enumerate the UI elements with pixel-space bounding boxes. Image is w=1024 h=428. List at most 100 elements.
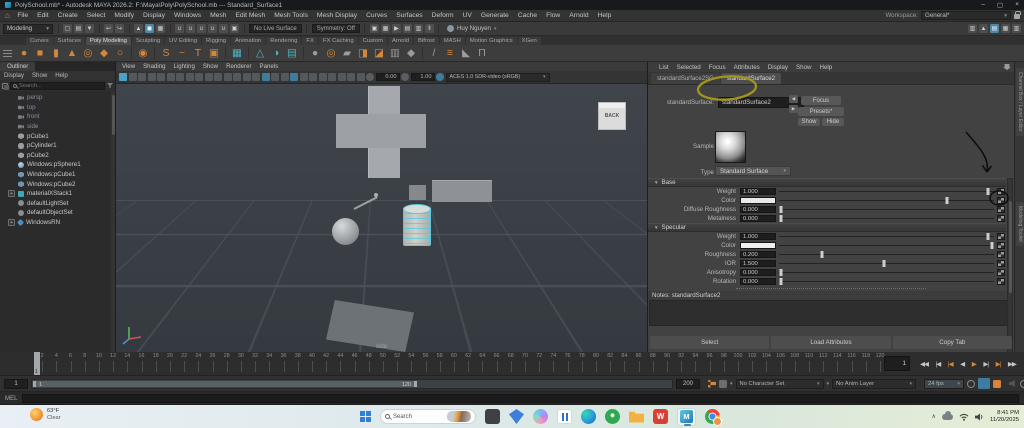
playback-button[interactable]: |◀ — [948, 360, 953, 368]
shelf-tab[interactable]: FX — [302, 37, 318, 45]
taskbar-app-ai[interactable] — [557, 409, 572, 424]
menu-item[interactable]: Modify — [110, 12, 139, 19]
separate-icon[interactable]: ◨ — [356, 46, 370, 60]
new-scene-icon[interactable]: ▢ — [63, 24, 72, 33]
material-sample-swatch[interactable] — [715, 131, 746, 163]
menu-item[interactable]: Create — [53, 12, 82, 19]
bookmarks-icon[interactable] — [148, 73, 156, 81]
expand-toggle[interactable]: + — [8, 219, 15, 226]
shelf-tab[interactable]: MASH — [440, 37, 465, 45]
attribute-editor-footer-button[interactable]: Load Attributes — [771, 336, 890, 349]
playback-button[interactable]: ▶| — [996, 360, 1001, 368]
type-tool-icon[interactable]: T — [191, 46, 205, 60]
attribute-editor-menu-item[interactable]: List — [655, 64, 673, 71]
taskbar-app-edge[interactable] — [581, 409, 596, 424]
taskbar-app-copilot[interactable] — [533, 409, 548, 424]
exposure-icon[interactable] — [366, 73, 374, 81]
taskbar-search-input[interactable]: Search — [380, 409, 476, 424]
attribute-value-field[interactable]: 1.000 — [740, 188, 776, 195]
viewport-menu-item[interactable]: Renderer — [222, 63, 255, 70]
expand-toggle[interactable] — [8, 123, 15, 130]
menuset-select[interactable]: Modeling — [3, 24, 53, 34]
expand-toggle[interactable] — [8, 133, 15, 140]
playback-range-bar[interactable]: 1 120 — [31, 379, 673, 389]
poly-count-icon[interactable]: ▦ — [230, 46, 244, 60]
playback-button[interactable]: |◀ — [936, 360, 941, 368]
menu-item[interactable]: Deform — [427, 12, 458, 19]
map-texture-button[interactable] — [997, 251, 1005, 258]
curve-tool-icon[interactable]: ~ — [175, 46, 189, 60]
outliner-item[interactable]: pCylinder1 — [0, 141, 115, 151]
menu-item[interactable]: Surfaces — [392, 12, 427, 19]
view-cube[interactable]: BACK — [598, 102, 626, 130]
maximize-button[interactable]: ▢ — [997, 1, 1003, 9]
shelf-tab[interactable]: Bifrost — [414, 37, 439, 45]
lock-camera-icon[interactable] — [129, 73, 137, 81]
color-swatch[interactable] — [740, 197, 776, 204]
outliner-item[interactable]: + WindowsRN — [0, 218, 115, 228]
timeline-ticks[interactable]: 2468101214161820222426283032343638404244… — [34, 352, 880, 375]
attribute-value-field[interactable]: 1.500 — [740, 260, 776, 267]
shelf-tab[interactable]: Sculpting — [132, 37, 164, 45]
menu-item[interactable]: Edit — [33, 12, 54, 19]
symmetry-field[interactable]: Symmetry: Off — [312, 24, 360, 33]
frame-all-icon[interactable] — [233, 73, 241, 81]
playback-button[interactable]: ▶▶ — [1008, 360, 1016, 368]
menu-item[interactable]: Curves — [362, 12, 392, 19]
expand-toggle[interactable] — [8, 142, 15, 149]
gamma-icon[interactable] — [401, 73, 409, 81]
playback-button[interactable]: ▶ — [972, 360, 976, 368]
notes-input[interactable] — [649, 300, 1013, 326]
taskbar-clock[interactable]: 8:41 PM 11/20/2025 — [990, 410, 1019, 424]
combine-icon[interactable]: ▰ — [340, 46, 354, 60]
attribute-value-field[interactable]: 0.000 — [740, 206, 776, 213]
attribute-editor-menu-item[interactable]: Display — [764, 64, 792, 71]
layout-four-panes-icon[interactable] — [205, 73, 213, 81]
outliner-item[interactable]: + materialXStack1 — [0, 189, 115, 199]
poly-cylinder-icon[interactable]: ▮ — [49, 46, 63, 60]
map-texture-button[interactable] — [997, 260, 1005, 267]
frame-selected-icon[interactable] — [224, 73, 232, 81]
dag-objects-icon[interactable] — [2, 83, 8, 89]
sidebar-channel-box-icon[interactable]: ▥ — [1012, 24, 1021, 33]
outliner-item[interactable]: pCube2 — [0, 151, 115, 161]
expand-toggle[interactable] — [8, 181, 15, 188]
mirror-icon[interactable]: ◪ — [372, 46, 386, 60]
playback-range-inner[interactable]: 1 120 — [33, 381, 417, 387]
shelf-tab[interactable]: FX Caching — [319, 37, 358, 45]
render-settings-icon[interactable]: ▤ — [403, 24, 412, 33]
outliner-search-input[interactable]: Search... — [10, 82, 105, 90]
playback-button[interactable]: ▶| — [983, 360, 988, 368]
outliner-menu-item[interactable]: Display — [0, 72, 28, 79]
material-type-select[interactable]: Standard Surface — [715, 166, 791, 176]
current-frame-marker[interactable]: 1 — [34, 352, 40, 375]
attribute-editor-menu-item[interactable]: Selected — [673, 64, 705, 71]
scene-sphere[interactable] — [332, 218, 359, 245]
outliner-item[interactable]: Windows:pSphere1 — [0, 160, 115, 170]
redo-icon[interactable]: ↪ — [115, 24, 124, 33]
menu-item[interactable]: Mesh Display — [312, 12, 361, 19]
color-swatch[interactable] — [740, 242, 776, 249]
outliner-item[interactable]: defaultObjectSet — [0, 208, 115, 218]
auto-key-icon[interactable] — [978, 378, 990, 389]
map-texture-button[interactable] — [997, 215, 1005, 222]
shelf-tab[interactable]: Custom — [359, 37, 387, 45]
layout-single-pane-icon[interactable] — [186, 73, 194, 81]
layout-two-panes-icon[interactable] — [195, 73, 203, 81]
snap-curve-icon[interactable]: ∪ — [186, 24, 195, 33]
poly-sphere-icon[interactable]: ● — [17, 46, 31, 60]
taskbar-app-file-explorer[interactable] — [629, 409, 644, 424]
expand-toggle[interactable] — [8, 113, 15, 120]
svg-tool-icon[interactable]: ▣ — [207, 46, 221, 60]
menu-item[interactable]: Cache — [513, 12, 541, 19]
attribute-editor-menu-item[interactable]: Show — [792, 64, 815, 71]
smooth-icon[interactable]: ● — [308, 46, 322, 60]
outliner-item[interactable]: defaultLightSet — [0, 199, 115, 209]
poly-plane-icon[interactable]: ◆ — [97, 46, 111, 60]
viewport-canvas[interactable]: BACK side — [116, 84, 647, 352]
gamma-field[interactable]: 1.00 — [411, 73, 435, 81]
sidebar-tab-channel-box[interactable]: Channel Box / Layer Editor — [1016, 68, 1024, 136]
2d-pan-zoom-icon[interactable] — [167, 73, 175, 81]
lighting-icon[interactable] — [300, 73, 308, 81]
outliner-item[interactable]: top — [0, 103, 115, 113]
